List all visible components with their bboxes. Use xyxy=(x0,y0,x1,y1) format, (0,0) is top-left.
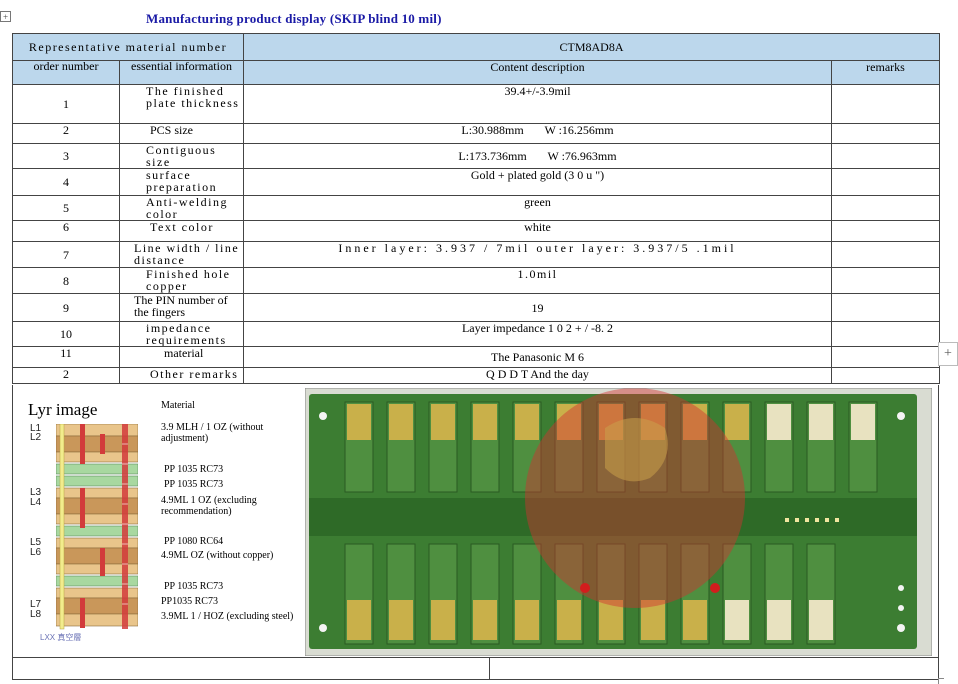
col-order-header: order number xyxy=(12,60,120,85)
remarks-cell xyxy=(830,220,941,242)
remarks-cell xyxy=(830,267,941,294)
info-cell: Finished hole copper xyxy=(119,267,244,294)
material-item: 4.9ML OZ (without copper) xyxy=(161,550,274,561)
info-cell: The PIN number of the fingers xyxy=(119,293,244,322)
order-cell: 4 xyxy=(12,168,120,196)
table-row: 7 Line width / line distance Inner layer… xyxy=(12,241,941,268)
stackup-diagram xyxy=(56,424,138,630)
material-item: PP 1035 RC73 xyxy=(164,479,224,490)
table-row: 2 PCS size L:30.988mm W :16.256mm xyxy=(12,123,941,144)
content-cell: L:173.736mm W :76.963mm xyxy=(243,143,832,169)
content-cell: 1.0mil xyxy=(243,267,832,294)
col-info-header: essential information xyxy=(119,60,244,85)
layer-name: L4 xyxy=(30,497,42,508)
layer-name: L6 xyxy=(30,547,42,558)
material-item: 3.9ML 1 / HOZ (excluding steel) xyxy=(161,611,294,622)
corner-mark xyxy=(938,678,944,684)
content-cell: L:30.988mm W :16.256mm xyxy=(243,123,832,144)
remarks-cell xyxy=(830,321,941,347)
spec-table: Representative material number CTM8AD8A … xyxy=(12,33,941,384)
remarks-cell xyxy=(830,168,941,196)
info-cell: Line width / line distance xyxy=(119,241,244,268)
stackup-caption: LXX 真空層 xyxy=(40,633,82,642)
table-row: 2 Other remarks Q D D T And the day xyxy=(12,367,941,384)
table-row: 3 Contiguous size L:173.736mm W :76.963m… xyxy=(12,143,941,169)
table-row: 8 Finished hole copper 1.0mil xyxy=(12,267,941,294)
order-cell: 2 xyxy=(12,123,120,144)
page-title: Manufacturing product display (SKIP blin… xyxy=(146,11,442,26)
info-cell: The finished plate thickness xyxy=(119,84,244,124)
info-cell: Contiguous size xyxy=(119,143,244,169)
pcb-photo xyxy=(305,388,932,656)
remarks-cell xyxy=(830,143,941,169)
layer-name: L5 xyxy=(30,537,42,548)
table-row: 9 The PIN number of the fingers 19 xyxy=(12,293,941,322)
order-cell: 2 xyxy=(12,367,120,384)
layer-name: L2 xyxy=(30,432,42,443)
material-item: PP 1035 RC73 xyxy=(164,464,224,475)
content-cell: Gold + plated gold (3 0 u ") xyxy=(243,168,832,196)
table-row: 10 impedance requirements Layer impedanc… xyxy=(12,321,941,347)
content-cell: 19 xyxy=(243,293,832,322)
order-cell: 1 xyxy=(12,84,120,124)
material-item: 3.9 MLH / 1 OZ (without adjustment) xyxy=(161,422,264,444)
empty-row xyxy=(12,658,939,680)
material-item: PP 1035 RC73 xyxy=(164,581,224,592)
remarks-cell xyxy=(830,241,941,268)
content-cell: Inner layer: 3.937 / 7mil outer layer: 3… xyxy=(243,241,832,268)
info-cell: impedance requirements xyxy=(119,321,244,347)
table-row: 1 The finished plate thickness 39.4+/-3.… xyxy=(12,84,941,124)
rep-label: Representative material number xyxy=(12,33,244,61)
table-row: 6 Text color white xyxy=(12,220,941,242)
info-cell: surface preparation xyxy=(119,168,244,196)
order-cell: 5 xyxy=(12,195,120,221)
info-cell: PCS size xyxy=(119,123,244,144)
order-cell: 8 xyxy=(12,267,120,294)
move-cross-icon[interactable]: + xyxy=(0,11,11,22)
remarks-cell xyxy=(830,123,941,144)
layer-name: L3 xyxy=(30,487,42,498)
material-item: PP 1080 RC64 xyxy=(164,536,224,547)
content-cell: 39.4+/-3.9mil xyxy=(243,84,832,124)
remarks-cell xyxy=(830,293,941,322)
remarks-cell xyxy=(830,195,941,221)
header-row-rep: Representative material number CTM8AD8A xyxy=(12,33,941,61)
plus-icon[interactable]: + xyxy=(938,342,958,366)
layer-name: L7 xyxy=(30,599,42,610)
info-cell: Anti-welding color xyxy=(119,195,244,221)
col-content-header: Content description xyxy=(243,60,832,85)
content-cell: The Panasonic M 6 xyxy=(243,346,832,368)
order-cell: 6 xyxy=(12,220,120,242)
order-cell: 3 xyxy=(12,143,120,169)
info-cell: material xyxy=(119,346,244,368)
order-cell: 10 xyxy=(12,321,120,347)
info-cell: Text color xyxy=(119,220,244,242)
lyr-image-label: Lyr image xyxy=(28,400,98,419)
content-cell: white xyxy=(243,220,832,242)
content-cell: Q D D T And the day xyxy=(243,367,832,384)
remarks-cell xyxy=(830,346,941,368)
remarks-cell xyxy=(830,367,941,384)
table-row: 4 surface preparation Gold + plated gold… xyxy=(12,168,941,196)
content-cell: green xyxy=(243,195,832,221)
order-cell: 7 xyxy=(12,241,120,268)
material-item: PP1035 RC73 xyxy=(161,596,218,607)
order-cell: 9 xyxy=(12,293,120,322)
info-cell: Other remarks xyxy=(119,367,244,384)
content-cell: Layer impedance 1 0 2 + / -8. 2 xyxy=(243,321,832,347)
material-heading: Material xyxy=(161,400,195,411)
order-cell: 11 xyxy=(12,346,120,368)
table-row: 5 Anti-welding color green xyxy=(12,195,941,221)
rep-value: CTM8AD8A xyxy=(242,33,941,61)
remarks-cell xyxy=(830,84,941,124)
header-row-columns: order number essential information Conte… xyxy=(12,60,941,85)
material-item: 4.9ML 1 OZ (excluding recommendation) xyxy=(161,495,257,517)
layer-stackup-image: Lyr image L1 L2 L3 L4 L5 L6 L7 L8 Materi… xyxy=(16,388,299,656)
table-row: 11 material The Panasonic M 6 xyxy=(12,346,941,368)
col-remarks-header: remarks xyxy=(830,60,941,85)
layer-name: L8 xyxy=(30,609,42,620)
